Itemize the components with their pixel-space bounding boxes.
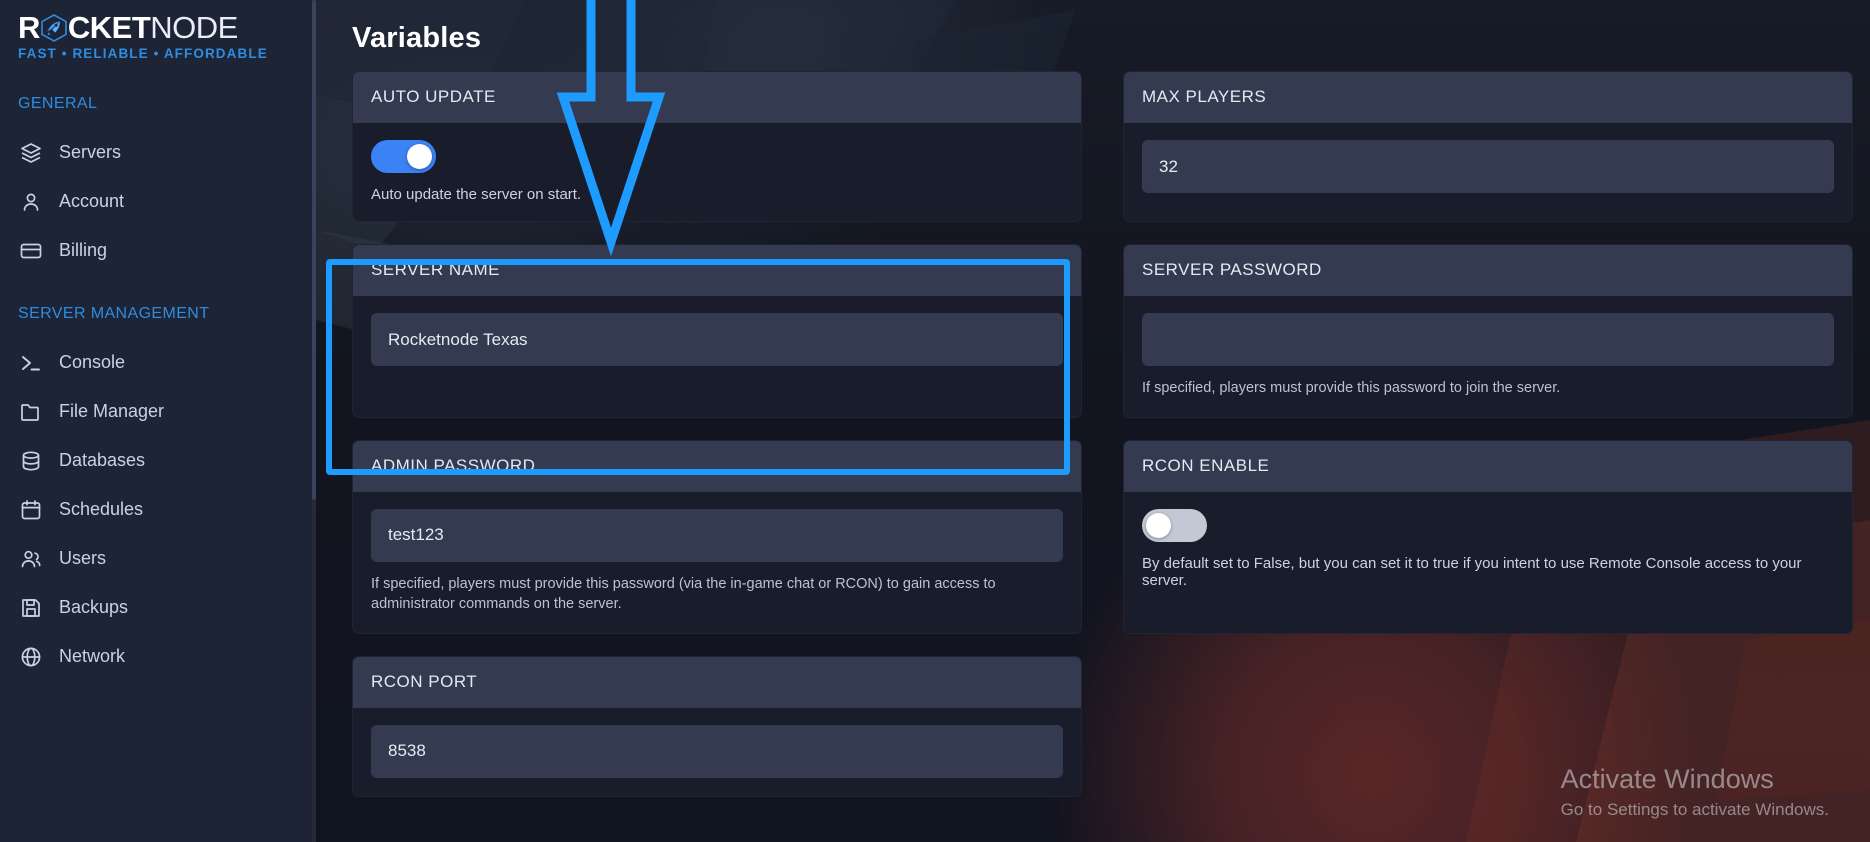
tagline-separator-1: • xyxy=(61,46,68,61)
auto-update-toggle[interactable] xyxy=(371,140,436,173)
sidebar-item-servers[interactable]: Servers xyxy=(0,128,316,177)
sidebar-scrollbar-thumb[interactable] xyxy=(312,0,316,500)
sidebar-item-console[interactable]: Console xyxy=(0,338,316,387)
toggle-knob xyxy=(407,144,432,169)
page-title: Variables xyxy=(352,22,482,54)
save-icon xyxy=(18,595,43,620)
tagline-fast: FAST xyxy=(18,46,57,61)
sidebar-item-billing[interactable]: Billing xyxy=(0,226,316,275)
sidebar-item-label: Servers xyxy=(59,142,122,162)
sidebar-item-label: Databases xyxy=(59,450,146,470)
card-body: If specified, players must provide this … xyxy=(1124,296,1852,417)
rcon-enable-help-text: By default set to False, but you can set… xyxy=(1142,554,1802,589)
sidebar-item-users[interactable]: Users xyxy=(0,534,316,583)
sidebar-item-label: Billing xyxy=(59,240,108,260)
sidebar-item-label: Users xyxy=(59,548,107,568)
admin-password-help-text: If specified, players must provide this … xyxy=(371,575,996,613)
folder-icon xyxy=(18,399,43,424)
globe-icon xyxy=(18,644,43,669)
card-title: AUTO UPDATE xyxy=(353,72,1081,123)
card-rcon-port: RCON PORT xyxy=(352,655,1082,797)
card-title: RCON ENABLE xyxy=(1124,440,1852,492)
sidebar-item-label: Network xyxy=(59,646,126,666)
card-body xyxy=(353,296,1081,384)
card-title: SERVER NAME xyxy=(353,245,1081,296)
card-body: If specified, players must provide this … xyxy=(353,492,1081,633)
tagline-separator-2: • xyxy=(153,46,160,61)
sidebar-item-databases[interactable]: Databases xyxy=(0,436,316,485)
variables-page: Variables AUTO UPDATE Auto update the se… xyxy=(316,0,1870,842)
rcon-port-input[interactable] xyxy=(371,724,1063,778)
card-body xyxy=(353,708,1081,796)
brand-tagline: FAST • RELIABLE • AFFORDABLE xyxy=(18,46,316,61)
sidebar-item-label: Console xyxy=(59,352,126,372)
max-players-input[interactable] xyxy=(1142,140,1834,193)
card-title: RCON PORT xyxy=(353,656,1081,708)
nav-section-title-general: GENERAL xyxy=(18,95,98,112)
sidebar: R CKET NODE FAST • RELIABLE • AFFORDABLE… xyxy=(0,0,316,842)
sidebar-item-network[interactable]: Network xyxy=(0,632,316,681)
card-title: ADMIN PASSWORD xyxy=(353,440,1081,492)
sidebar-item-label: Schedules xyxy=(59,499,144,519)
calendar-icon xyxy=(18,497,43,522)
layers-icon xyxy=(18,140,43,165)
toggle-knob xyxy=(1146,512,1171,538)
sidebar-item-file-manager[interactable]: File Manager xyxy=(0,387,316,436)
sidebar-item-backups[interactable]: Backups xyxy=(0,583,316,632)
admin-password-input[interactable] xyxy=(371,508,1063,562)
rcon-enable-toggle[interactable] xyxy=(1142,508,1207,542)
sidebar-item-label: File Manager xyxy=(59,401,165,421)
credit-card-icon xyxy=(18,238,43,263)
brand-name-cket: CKET xyxy=(67,10,151,45)
sidebar-item-label: Backups xyxy=(59,597,129,617)
sidebar-item-label: Account xyxy=(59,191,125,211)
app-root: R CKET NODE FAST • RELIABLE • AFFORDABLE… xyxy=(0,0,1870,842)
rocket-icon xyxy=(39,13,69,43)
card-title: SERVER PASSWORD xyxy=(1124,245,1852,296)
brand-name-node: NODE xyxy=(150,10,238,45)
card-body: Auto update the server on start. xyxy=(353,123,1081,221)
terminal-icon xyxy=(18,350,43,375)
variables-grid: AUTO UPDATE Auto update the server on st… xyxy=(316,71,1870,797)
brand-logo[interactable]: R CKET NODE FAST • RELIABLE • AFFORDABLE xyxy=(0,0,316,61)
server-name-input[interactable] xyxy=(371,313,1063,366)
server-password-input[interactable] xyxy=(1142,313,1834,366)
users-icon xyxy=(18,546,43,571)
card-server-password: SERVER PASSWORD If specified, players mu… xyxy=(1123,244,1853,418)
card-auto-update: AUTO UPDATE Auto update the server on st… xyxy=(352,71,1082,222)
card-body xyxy=(1124,123,1852,211)
card-server-name: SERVER NAME xyxy=(352,244,1082,418)
tagline-reliable: RELIABLE xyxy=(72,46,149,61)
card-title: MAX PLAYERS xyxy=(1124,72,1852,123)
main-content: Variables AUTO UPDATE Auto update the se… xyxy=(316,0,1870,842)
user-icon xyxy=(18,189,43,214)
sidebar-scrollbar[interactable] xyxy=(312,0,316,842)
card-rcon-enable: RCON ENABLE By default set to False, but… xyxy=(1123,439,1853,634)
sidebar-item-schedules[interactable]: Schedules xyxy=(0,485,316,534)
sidebar-item-account[interactable]: Account xyxy=(0,177,316,226)
brand-wordmark: R CKET NODE xyxy=(18,12,316,43)
auto-update-help-text: Auto update the server on start. xyxy=(371,186,582,203)
database-icon xyxy=(18,448,43,473)
card-admin-password: ADMIN PASSWORD If specified, players mus… xyxy=(352,439,1082,634)
tagline-affordable: AFFORDABLE xyxy=(163,46,268,61)
nav-section-title-server-management: SERVER MANAGEMENT xyxy=(18,305,210,322)
brand-name-r: R xyxy=(18,10,40,45)
card-body: By default set to False, but you can set… xyxy=(1124,492,1852,607)
card-max-players: MAX PLAYERS xyxy=(1123,71,1853,222)
server-password-help-text: If specified, players must provide this … xyxy=(1142,380,1561,396)
